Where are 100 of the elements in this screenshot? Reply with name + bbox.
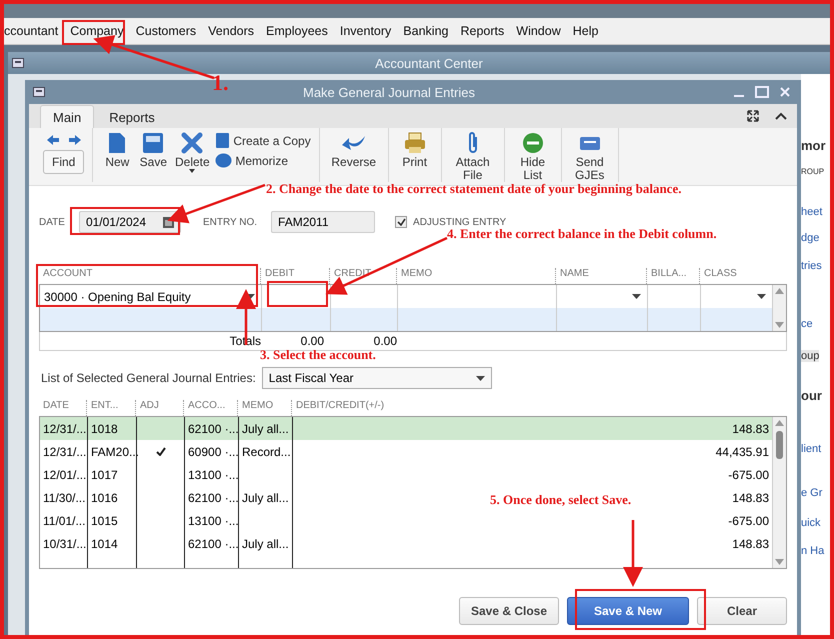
- link[interactable]: tries: [801, 260, 822, 272]
- button[interactable]: Save & Close: [459, 597, 559, 625]
- annotation-text: 4. Enter the correct balance in the Debit column.: [447, 226, 717, 242]
- annotation-text: 2. Change the date to the correct statement date of your beginning balance.: [266, 181, 682, 197]
- menu-item[interactable]: Vendors: [202, 24, 260, 38]
- menu-item[interactable]: Customers: [130, 24, 202, 38]
- primary-button[interactable]: Save & New: [567, 597, 689, 625]
- find-button[interactable]: Find: [43, 150, 84, 174]
- highlight-box: [62, 20, 125, 45]
- list-label: List of Selected General Journal Entries:: [41, 371, 256, 385]
- highlight-box: [267, 281, 328, 307]
- date-label: DATE: [39, 216, 65, 228]
- scroll-up-icon[interactable]: [775, 288, 784, 294]
- total-amount: 0.00: [300, 334, 325, 348]
- column-header: NAME: [555, 268, 646, 284]
- column-header: DEBIT/CREDIT(+/-): [291, 400, 773, 416]
- column-header: ACCO...: [183, 400, 237, 416]
- delete-button[interactable]: Delete: [173, 130, 212, 182]
- period-select[interactable]: Last Fiscal Year: [262, 367, 492, 389]
- checkbox-label: ADJUSTING ENTRY: [413, 216, 506, 228]
- checkmark-icon: [156, 447, 166, 456]
- account-select[interactable]: 30000 · Opening Bal Equity: [40, 285, 261, 308]
- list-row[interactable]: 12/31/... 1018 62100 ·... July all... 148.83: [40, 417, 772, 440]
- caret-icon[interactable]: [632, 294, 641, 299]
- column-header: DATE: [42, 400, 70, 413]
- scroll-up-icon[interactable]: [775, 420, 784, 426]
- account-cell: 62100 ·...: [184, 532, 238, 555]
- x-icon: [181, 132, 204, 154]
- date-cell-text: 12/31/...: [42, 420, 87, 438]
- checkmark-icon: [396, 218, 406, 226]
- memorize-button[interactable]: Memorize: [215, 153, 311, 168]
- attach-button[interactable]: Attach File: [450, 130, 496, 182]
- entry-no-field[interactable]: FAM2011: [271, 211, 376, 233]
- window-menu-icon[interactable]: [33, 87, 45, 97]
- maximize-icon[interactable]: [755, 86, 769, 98]
- scrollbar[interactable]: [772, 417, 786, 568]
- window-title: Make General Journal Entries: [302, 84, 476, 100]
- date-cell-text: 11/30/...: [42, 490, 86, 506]
- reverse-button[interactable]: Reverse: [328, 130, 380, 182]
- scroll-down-icon[interactable]: [775, 559, 784, 565]
- checkbox[interactable]: [395, 216, 408, 228]
- caret-icon: [189, 169, 196, 173]
- envelope-icon: [578, 135, 601, 151]
- caret-icon[interactable]: [476, 376, 485, 380]
- entry-cell: 1014: [87, 532, 136, 555]
- link[interactable]: uick: [801, 517, 821, 529]
- tab[interactable]: Reports: [96, 105, 168, 128]
- link[interactable]: ce: [801, 318, 813, 330]
- save-button[interactable]: Save: [137, 130, 170, 182]
- date-cell-text: 12/31/...: [42, 444, 87, 460]
- scrollbar[interactable]: [772, 285, 786, 331]
- tab[interactable]: Main: [40, 105, 94, 128]
- panel-text: mor: [801, 138, 826, 153]
- column-header: ADJ: [135, 400, 183, 416]
- annotation-text: 3. Select the account.: [260, 347, 376, 363]
- scroll-thumb[interactable]: [776, 430, 783, 458]
- menu-item[interactable]: Banking: [397, 24, 454, 38]
- column-header: MEMO: [396, 268, 555, 284]
- scroll-down-icon[interactable]: [775, 322, 784, 328]
- link[interactable]: dge: [801, 232, 820, 244]
- menu-item[interactable]: ccountant: [0, 24, 64, 38]
- memo-cell: July all...: [238, 532, 292, 555]
- collapse-icon[interactable]: [775, 112, 787, 120]
- entry-no-label: ENTRY NO.: [202, 216, 258, 228]
- column-header: ENT...: [86, 400, 135, 416]
- window-menu-icon[interactable]: [12, 58, 24, 68]
- menu-item[interactable]: Employees: [260, 24, 334, 38]
- panel-text: our: [801, 388, 822, 403]
- hide-button[interactable]: Hide List: [512, 130, 553, 182]
- minus-circle-icon: [522, 132, 544, 154]
- column-header: DEBIT: [260, 268, 329, 284]
- create-copy-button[interactable]: Create a Copy: [215, 132, 311, 149]
- copy-icon: [215, 132, 230, 149]
- link[interactable]: lient: [801, 443, 822, 455]
- memorize-icon: [215, 153, 232, 168]
- menu-item[interactable]: Inventory: [334, 24, 398, 38]
- menu-item[interactable]: Reports: [454, 24, 510, 38]
- column-header: CLASS: [699, 268, 773, 284]
- date-field[interactable]: 01/01/2024: [78, 211, 181, 233]
- caret-icon[interactable]: [757, 294, 766, 299]
- menu-item[interactable]: Window: [510, 24, 567, 38]
- print-button[interactable]: Print: [396, 130, 433, 182]
- expand-icon[interactable]: [747, 110, 759, 122]
- link[interactable]: n Ha: [801, 545, 824, 557]
- link[interactable]: heet: [801, 206, 822, 218]
- menu-item[interactable]: Company: [64, 24, 130, 38]
- column-header: BILLA...: [646, 268, 699, 284]
- caret-icon[interactable]: [246, 294, 255, 299]
- link[interactable]: e Gr: [801, 487, 822, 499]
- send-button[interactable]: Send GJEs: [570, 130, 610, 182]
- column-header: MEMO: [237, 400, 291, 416]
- paperclip-icon: [466, 131, 479, 155]
- new-button[interactable]: New: [101, 130, 134, 182]
- panel-button[interactable]: oup: [801, 350, 820, 362]
- date-cell-text: 12/01/...: [42, 466, 87, 484]
- document-icon: [108, 132, 126, 154]
- close-icon[interactable]: [779, 86, 791, 98]
- back-forward-arrows-icon[interactable]: [46, 134, 82, 146]
- menu-item[interactable]: Help: [566, 24, 604, 38]
- button[interactable]: Clear: [697, 597, 787, 625]
